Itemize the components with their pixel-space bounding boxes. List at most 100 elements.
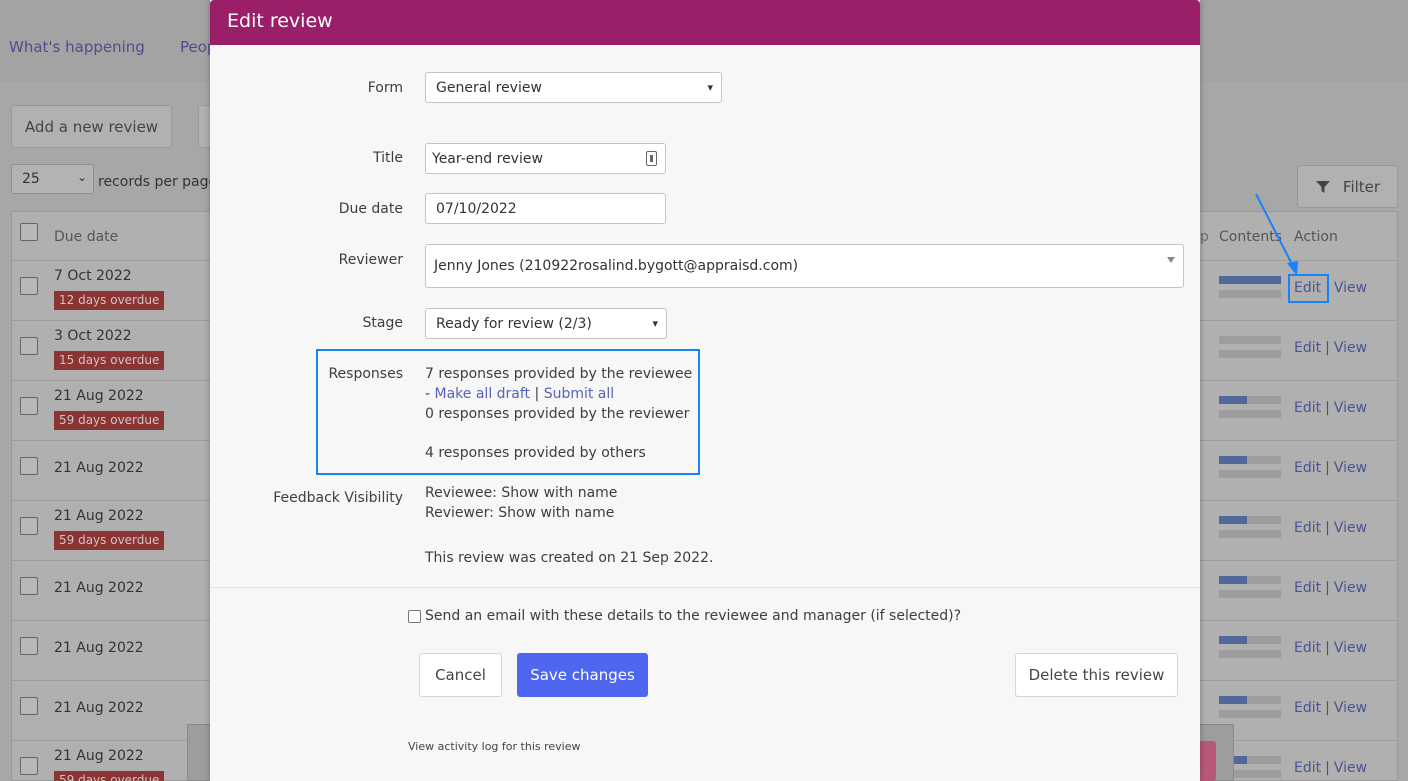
dash: - <box>425 386 435 402</box>
edit-link[interactable]: Edit <box>1294 640 1321 656</box>
title-input[interactable]: Year-end review <box>425 143 666 174</box>
row-checkbox[interactable] <box>20 757 38 775</box>
separator: | <box>1325 760 1330 776</box>
cancel-button[interactable]: Cancel <box>419 653 502 697</box>
overdue-badge: 59 days overdue <box>54 771 165 781</box>
contents-progress-bar <box>1219 290 1281 298</box>
contents-progress-bar <box>1219 470 1281 478</box>
due-date-label: Due date <box>338 201 403 217</box>
row-checkbox[interactable] <box>20 697 38 715</box>
row-actions: Edit | View <box>1294 520 1367 536</box>
view-link[interactable]: View <box>1334 340 1367 356</box>
visibility-reviewer: Reviewer: Show with name <box>425 505 615 521</box>
row-checkbox[interactable] <box>20 517 38 535</box>
modal-title: Edit review <box>210 0 1200 45</box>
view-link[interactable]: View <box>1334 400 1367 416</box>
contents-progress-bar <box>1219 696 1281 704</box>
responses-label: Responses <box>328 366 403 382</box>
chevron-down-icon: ⌄ <box>76 170 87 184</box>
row-checkbox[interactable] <box>20 637 38 655</box>
send-email-checkbox[interactable] <box>408 609 421 623</box>
row-checkbox[interactable] <box>20 397 38 415</box>
records-per-page-label: records per page <box>98 174 218 190</box>
save-changes-button[interactable]: Save changes <box>517 653 648 697</box>
progress-fill <box>1219 456 1247 464</box>
divider <box>210 587 1200 588</box>
row-actions: Edit | View <box>1294 400 1367 416</box>
edit-link[interactable]: Edit <box>1294 760 1321 776</box>
row-actions: Edit | View <box>1294 640 1367 656</box>
add-review-button[interactable]: Add a new review <box>11 105 172 148</box>
row-checkbox[interactable] <box>20 277 38 295</box>
send-email-option[interactable]: Send an email with these details to the … <box>408 608 961 624</box>
view-link[interactable]: View <box>1334 460 1367 476</box>
delete-review-button[interactable]: Delete this review <box>1015 653 1178 697</box>
reviewer-responses: 0 responses provided by the reviewer <box>425 406 690 422</box>
send-email-label: Send an email with these details to the … <box>425 608 962 624</box>
view-link[interactable]: View <box>1334 580 1367 596</box>
row-actions: Edit | View <box>1294 460 1367 476</box>
edit-review-modal: Edit review Form General review ▾ Title … <box>210 0 1200 781</box>
filter-button[interactable]: Filter <box>1297 165 1398 208</box>
view-link[interactable]: View <box>1334 700 1367 716</box>
row-due-date: 21 Aug 2022 <box>54 508 144 524</box>
header-partial: p <box>1200 229 1209 245</box>
row-actions: Edit | View <box>1294 700 1367 716</box>
submit-all-link[interactable]: Submit all <box>544 386 614 402</box>
pipe: | <box>530 386 544 402</box>
view-link[interactable]: View <box>1334 760 1367 776</box>
edit-link[interactable]: Edit <box>1294 400 1321 416</box>
row-due-date: 21 Aug 2022 <box>54 388 144 404</box>
contents-progress-bar <box>1219 576 1281 584</box>
stage-select[interactable]: Ready for review (2/3) ▾ <box>425 308 667 339</box>
view-link[interactable]: View <box>1334 640 1367 656</box>
due-date-value: 07/10/2022 <box>436 200 517 217</box>
response-actions: - Make all draft | Submit all <box>425 386 614 402</box>
contents-progress-bar <box>1219 456 1281 464</box>
edit-link[interactable]: Edit <box>1294 460 1321 476</box>
activity-log-link[interactable]: View activity log for this review <box>408 740 580 753</box>
select-all-checkbox[interactable] <box>20 223 38 241</box>
edit-link[interactable]: Edit <box>1294 580 1321 596</box>
row-checkbox[interactable] <box>20 577 38 595</box>
progress-fill <box>1219 276 1281 284</box>
overdue-badge: 59 days overdue <box>54 411 165 430</box>
overdue-badge: 59 days overdue <box>54 531 165 550</box>
row-due-date: 21 Aug 2022 <box>54 700 144 716</box>
view-link[interactable]: View <box>1334 280 1367 296</box>
separator: | <box>1325 640 1330 656</box>
contents-progress-bar <box>1219 636 1281 644</box>
row-actions: Edit | View <box>1294 340 1367 356</box>
contact-card-icon[interactable] <box>646 151 657 166</box>
row-due-date: 3 Oct 2022 <box>54 328 132 344</box>
header-action: Action <box>1294 229 1338 245</box>
contents-progress-bar <box>1219 530 1281 538</box>
contents-progress-bar <box>1219 350 1281 358</box>
contents-progress-bar <box>1219 336 1281 344</box>
progress-fill <box>1219 516 1247 524</box>
row-checkbox[interactable] <box>20 337 38 355</box>
stage-value: Ready for review (2/3) <box>436 315 592 332</box>
due-date-input[interactable]: 07/10/2022 <box>425 193 666 224</box>
separator: | <box>1325 400 1330 416</box>
records-per-page-select[interactable]: 25 ⌄ <box>11 164 94 194</box>
row-actions: Edit | View <box>1294 760 1367 776</box>
filter-label: Filter <box>1342 177 1381 196</box>
reviewer-label: Reviewer <box>338 252 403 268</box>
row-actions: Edit | View <box>1294 580 1367 596</box>
row-due-date: 21 Aug 2022 <box>54 580 144 596</box>
contents-progress-bar <box>1219 276 1281 284</box>
contents-progress-bar <box>1219 396 1281 404</box>
nav-whats-happening[interactable]: What's happening <box>9 38 145 56</box>
row-checkbox[interactable] <box>20 457 38 475</box>
reviewee-responses: 7 responses provided by the reviewee <box>425 366 693 382</box>
reviewer-select[interactable]: Jenny Jones (210922rosalind.bygott@appra… <box>425 244 1184 288</box>
form-select[interactable]: General review ▾ <box>425 72 722 103</box>
header-due-date[interactable]: Due date <box>54 229 118 245</box>
edit-link[interactable]: Edit <box>1294 340 1321 356</box>
overdue-badge: 12 days overdue <box>54 291 165 310</box>
make-all-draft-link[interactable]: Make all draft <box>435 386 531 402</box>
view-link[interactable]: View <box>1334 520 1367 536</box>
edit-link[interactable]: Edit <box>1294 520 1321 536</box>
edit-link[interactable]: Edit <box>1294 700 1321 716</box>
